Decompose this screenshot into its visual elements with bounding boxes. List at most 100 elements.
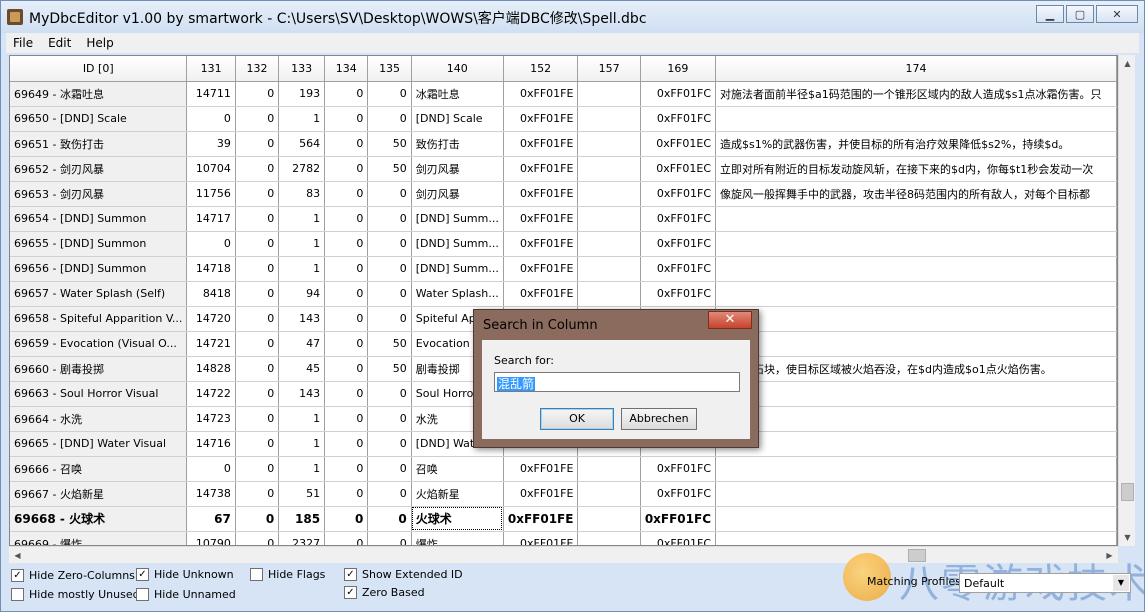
table-cell[interactable]: 0xFF01FE bbox=[503, 506, 579, 532]
table-cell[interactable]: 0 bbox=[235, 356, 280, 382]
table-cell[interactable]: 0xFF01FE bbox=[503, 531, 579, 545]
hide-zero-columns-checkbox[interactable]: ✓ Hide Zero-Columns bbox=[11, 569, 135, 582]
row-id-cell[interactable]: 69669 - 爆炸 bbox=[10, 531, 188, 545]
table-cell[interactable]: 0 bbox=[235, 306, 280, 332]
table-cell[interactable]: 50 bbox=[367, 331, 412, 357]
table-cell[interactable] bbox=[715, 306, 1117, 332]
row-id-cell[interactable]: 69655 - [DND] Summon bbox=[10, 231, 188, 257]
chevron-down-icon[interactable]: ▼ bbox=[1113, 575, 1129, 591]
table-cell[interactable]: 1 bbox=[278, 106, 326, 132]
title-bar[interactable]: MyDbcEditor v1.00 by smartwork - C:\User… bbox=[1, 1, 1144, 33]
dbc-grid[interactable]: ID [0] 131 132 133 134 135 140 152 157 169 174 696… bbox=[9, 55, 1118, 546]
table-cell[interactable]: 0 bbox=[324, 481, 369, 507]
table-cell[interactable]: 0xFF01FC bbox=[640, 506, 717, 532]
table-cell[interactable]: 0 bbox=[324, 431, 369, 457]
table-cell[interactable]: 14716 bbox=[186, 431, 236, 457]
table-cell[interactable]: 1 bbox=[278, 406, 326, 432]
table-cell[interactable]: 0 bbox=[235, 281, 280, 307]
table-cell[interactable]: 67 bbox=[186, 506, 236, 532]
table-cell[interactable]: 0 bbox=[324, 256, 369, 282]
hide-unknown-checkbox[interactable]: ✓ Hide Unknown bbox=[136, 568, 234, 581]
table-cell[interactable]: 0xFF01FE bbox=[503, 206, 579, 232]
column-header[interactable]: 132 bbox=[235, 56, 280, 82]
dialog-close-button[interactable]: ✕ bbox=[708, 311, 752, 329]
table-cell[interactable]: 0 bbox=[235, 381, 280, 407]
table-row[interactable]: 69650 - [DND] Scale 0 0 1 0 0 [DND] Scale 0xFF0… bbox=[10, 106, 1117, 132]
table-cell[interactable] bbox=[715, 381, 1117, 407]
table-cell[interactable]: 2782 bbox=[278, 156, 326, 182]
table-cell[interactable]: [DND] Summ... bbox=[411, 206, 504, 232]
column-header[interactable]: 134 bbox=[324, 56, 369, 82]
table-cell[interactable]: 0 bbox=[235, 531, 280, 545]
vertical-scrollbar[interactable]: ▲ ▼ bbox=[1118, 55, 1135, 546]
table-cell[interactable]: 0 bbox=[324, 281, 369, 307]
table-cell[interactable]: 0 bbox=[367, 531, 412, 545]
scroll-right-icon[interactable]: ▶ bbox=[1101, 547, 1118, 564]
table-cell[interactable] bbox=[577, 256, 641, 282]
checkbox-box[interactable] bbox=[11, 588, 24, 601]
table-row[interactable]: 69653 - 剑刃风暴 11756 0 83 0 0 剑刃风暴 0xFF01FE 0xFF01… bbox=[10, 181, 1117, 207]
table-cell[interactable]: 0xFF01EC bbox=[640, 131, 717, 157]
table-cell[interactable]: 0 bbox=[235, 506, 280, 532]
row-id-cell[interactable]: 69660 - 剧毒投掷 bbox=[10, 356, 188, 382]
table-cell[interactable]: 0 bbox=[324, 356, 369, 382]
table-row[interactable]: 69657 - Water Splash (Self) 8418 0 94 0 0 Wate… bbox=[10, 281, 1117, 307]
table-row[interactable]: 69652 - 剑刃风暴 10704 0 2782 0 50 剑刃风暴 0xFF01FE 0xF… bbox=[10, 156, 1117, 182]
table-cell[interactable]: 0xFF01FC bbox=[640, 256, 717, 282]
table-cell[interactable] bbox=[715, 531, 1117, 545]
table-cell[interactable]: 11756 bbox=[186, 181, 236, 207]
table-cell[interactable]: 1 bbox=[278, 456, 326, 482]
search-input[interactable]: 混乱箭 bbox=[494, 372, 740, 392]
table-cell[interactable]: 0 bbox=[367, 281, 412, 307]
hide-mostly-unused-checkbox[interactable]: Hide mostly Unused bbox=[11, 588, 140, 601]
table-cell[interactable]: [DND] Scale bbox=[411, 106, 504, 132]
table-cell[interactable]: 0 bbox=[235, 481, 280, 507]
table-cell[interactable]: 0xFF01FE bbox=[503, 456, 579, 482]
table-cell[interactable]: 0 bbox=[324, 456, 369, 482]
table-cell[interactable]: 47 bbox=[278, 331, 326, 357]
table-cell[interactable] bbox=[715, 231, 1117, 257]
table-cell[interactable]: 0xFF01FC bbox=[640, 481, 717, 507]
table-cell[interactable]: 45 bbox=[278, 356, 326, 382]
table-cell[interactable]: 14717 bbox=[186, 206, 236, 232]
table-cell[interactable]: 0 bbox=[367, 506, 412, 532]
close-button[interactable]: ✕ bbox=[1096, 5, 1138, 23]
table-cell[interactable]: 14718 bbox=[186, 256, 236, 282]
table-cell[interactable]: 0xFF01FC bbox=[640, 81, 717, 107]
table-cell[interactable]: 14720 bbox=[186, 306, 236, 332]
table-cell[interactable]: 0 bbox=[367, 181, 412, 207]
table-cell[interactable]: 0 bbox=[235, 431, 280, 457]
table-cell[interactable]: 像旋风一般挥舞手中的武器，攻击半径8码范围内的所有敌人，对每个目标都 bbox=[715, 181, 1117, 207]
table-cell[interactable]: 0 bbox=[235, 81, 280, 107]
scroll-down-icon[interactable]: ▼ bbox=[1119, 529, 1136, 546]
table-cell[interactable]: 564 bbox=[278, 131, 326, 157]
table-cell[interactable]: 0 bbox=[367, 306, 412, 332]
table-cell[interactable] bbox=[715, 431, 1117, 457]
table-cell[interactable]: 143 bbox=[278, 381, 326, 407]
table-cell[interactable]: 0 bbox=[235, 406, 280, 432]
table-cell[interactable]: 14738 bbox=[186, 481, 236, 507]
table-cell[interactable]: 0 bbox=[324, 381, 369, 407]
table-cell[interactable]: 火球术 bbox=[411, 506, 504, 532]
row-id-cell[interactable]: 69657 - Water Splash (Self) bbox=[10, 281, 188, 307]
table-cell[interactable] bbox=[715, 256, 1117, 282]
table-cell[interactable]: 0 bbox=[367, 381, 412, 407]
table-cell[interactable]: 剑刃风暴 bbox=[411, 181, 504, 207]
row-id-cell[interactable]: 69659 - Evocation (Visual O... bbox=[10, 331, 188, 357]
table-cell[interactable]: 0 bbox=[186, 456, 236, 482]
table-cell[interactable]: 0xFF01FE bbox=[503, 256, 579, 282]
table-row[interactable]: 69649 - 冰霜吐息 14711 0 193 0 0 冰霜吐息 0xFF01FE 0xFF0… bbox=[10, 81, 1117, 107]
row-id-cell[interactable]: 69656 - [DND] Summon bbox=[10, 256, 188, 282]
table-row[interactable]: 69667 - 火焰新星 14738 0 51 0 0 火焰新星 0xFF01FE 0xFF01… bbox=[10, 481, 1117, 507]
table-cell[interactable] bbox=[715, 481, 1117, 507]
table-cell[interactable]: 燃烧的石块，使目标区域被火焰吞没，在$d内造成$o1点火焰伤害。 bbox=[715, 356, 1117, 382]
table-row[interactable]: 69666 - 召唤 0 0 1 0 0 召唤 0xFF01FE 0xFF01FC bbox=[10, 456, 1117, 482]
table-cell[interactable]: 0xFF01FE bbox=[503, 281, 579, 307]
table-cell[interactable] bbox=[577, 181, 641, 207]
table-cell[interactable]: 0 bbox=[235, 331, 280, 357]
menu-edit[interactable]: Edit bbox=[41, 36, 79, 50]
table-cell[interactable]: 0xFF01FC bbox=[640, 531, 717, 545]
table-row[interactable]: 69668 - 火球术 67 0 185 0 0 火球术 0xFF01FE 0xFF01FC bbox=[10, 506, 1117, 532]
checkbox-box[interactable]: ✓ bbox=[344, 586, 357, 599]
table-cell[interactable]: 0 bbox=[324, 81, 369, 107]
